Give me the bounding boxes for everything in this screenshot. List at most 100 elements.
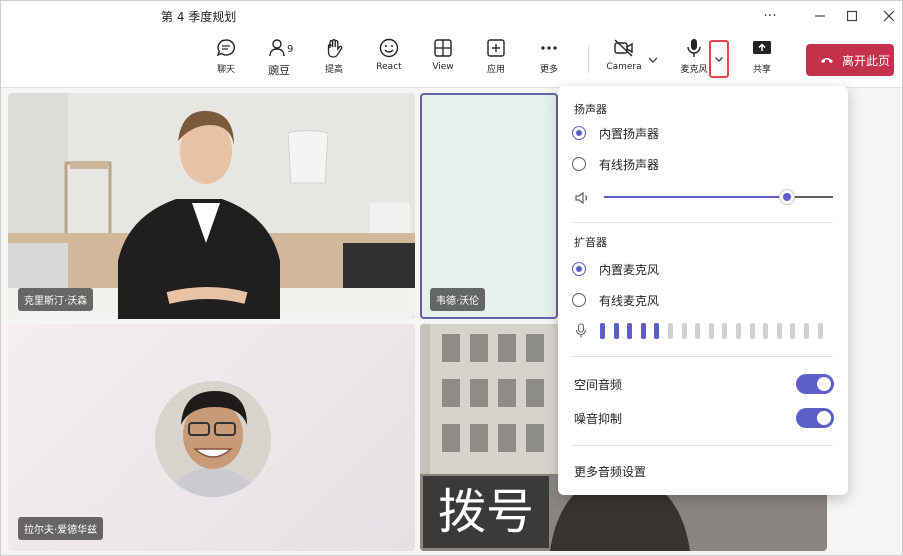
mic-level-bar — [749, 323, 755, 339]
toolbar-divider — [588, 45, 589, 73]
speaker-option-wired[interactable]: 有线扬声器 — [572, 154, 659, 174]
volume-slider-fill — [604, 196, 788, 198]
raise-hand-label: 提高 — [324, 65, 343, 75]
video-tile-3[interactable]: 拉尔夫·爱德华兹 — [8, 324, 415, 551]
noise-suppression-label: 噪音抑制 — [574, 411, 623, 426]
mic-option-label: 内置麦克风 — [599, 262, 660, 277]
close-button[interactable] — [874, 5, 902, 27]
mic-level-bar — [776, 323, 782, 339]
people-count: 9 — [287, 44, 294, 55]
mic-option-wired[interactable]: 有线麦克风 — [572, 290, 659, 310]
video-tile-1[interactable]: 克里斯汀·沃森 — [8, 93, 415, 319]
people-button[interactable]: 豌豆 9 — [257, 37, 301, 83]
mic-level-bar — [708, 323, 714, 339]
chat-label: 聊天 — [216, 65, 235, 75]
speaker-option-label: 有线扬声器 — [599, 157, 660, 172]
spatial-audio-toggle[interactable] — [796, 374, 834, 394]
mic-level-bar — [681, 323, 687, 339]
react-label: React — [376, 62, 402, 72]
participant-name-chip: 韦德·沃伦 — [430, 288, 486, 311]
leave-label: 离开此页 — [842, 53, 891, 68]
microphone-icon — [687, 39, 701, 57]
participant-avatar — [155, 381, 271, 497]
speaker-option-builtin[interactable]: 内置扬声器 — [572, 123, 659, 143]
audio-options-chevron-button[interactable] — [709, 40, 729, 78]
hang-up-icon — [821, 58, 833, 63]
speaker-volume-icon — [574, 190, 590, 210]
mic-level-bar — [654, 323, 660, 339]
divider — [572, 445, 833, 446]
speaker-option-label: 内置扬声器 — [599, 126, 660, 141]
spatial-audio-row: 空间音频 — [574, 374, 834, 394]
title-bar: 第 4 季度规划 ··· — [1, 1, 902, 31]
grid-view-icon — [434, 39, 452, 57]
radio-selected[interactable] — [572, 126, 586, 140]
divider — [572, 356, 833, 357]
camera-off-icon — [614, 39, 633, 57]
video-tile-2[interactable]: 韦德·沃伦 — [420, 93, 558, 319]
mic-level-bar — [763, 323, 769, 339]
minimize-button[interactable] — [805, 5, 835, 27]
dial-overlay-text: 拨号 — [423, 476, 549, 548]
meeting-window: 第 4 季度规划 ··· 聊天 豌豆 9 提高 React View 应用 更多… — [0, 0, 903, 556]
mic-level-icon — [575, 323, 587, 343]
divider — [572, 222, 833, 223]
participant-video-1 — [8, 93, 415, 319]
mic-option-builtin[interactable]: 内置麦克风 — [572, 259, 659, 279]
camera-button[interactable]: Camera — [602, 37, 646, 83]
mic-level-bar — [790, 323, 796, 339]
view-button[interactable]: View — [421, 37, 465, 83]
mic-option-label: 有线麦克风 — [599, 293, 660, 308]
view-label: View — [432, 62, 454, 72]
smiley-icon — [379, 38, 399, 58]
radio-unselected[interactable] — [572, 157, 586, 171]
noise-suppression-toggle[interactable] — [796, 408, 834, 428]
volume-slider[interactable] — [604, 190, 833, 204]
hand-icon — [327, 39, 343, 58]
more-label: 更多 — [539, 65, 558, 75]
react-button[interactable]: React — [367, 37, 411, 83]
mic-label: 麦克风 — [680, 65, 708, 75]
participant-name-chip: 拉尔夫·爱德华兹 — [18, 517, 104, 540]
mic-level-bar — [695, 323, 701, 339]
maximize-button[interactable] — [837, 5, 867, 27]
spatial-audio-label: 空间音频 — [574, 377, 623, 392]
mic-level-meter — [600, 323, 835, 339]
audio-settings-panel: 扬声器 内置扬声器 有线扬声器 扩音器 内置麦克风 有线麦克风 空间音频 噪音抑… — [558, 86, 848, 495]
radio-selected[interactable] — [572, 262, 586, 276]
share-label: 共享 — [752, 65, 771, 75]
more-audio-settings-link[interactable]: 更多音频设置 — [574, 463, 646, 480]
camera-label: Camera — [606, 62, 642, 72]
more-options-icon[interactable]: ··· — [755, 5, 785, 27]
add-app-icon — [487, 39, 505, 57]
mic-level-bar — [804, 323, 809, 339]
leave-button[interactable]: 离开此页 — [806, 44, 894, 76]
window-title: 第 4 季度规划 — [161, 10, 237, 24]
chat-button[interactable]: 聊天 — [204, 37, 248, 83]
more-button[interactable]: 更多 — [527, 37, 571, 83]
noise-suppression-row: 噪音抑制 — [574, 408, 834, 428]
apps-button[interactable]: 应用 — [474, 37, 518, 83]
mic-level-bar — [600, 323, 605, 339]
mic-level-bar — [668, 323, 673, 339]
mic-level-bar — [736, 323, 741, 339]
share-icon — [753, 41, 771, 54]
raise-hand-button[interactable]: 提高 — [312, 37, 356, 83]
mic-section-title: 扩音器 — [574, 236, 607, 249]
mic-level-bar — [722, 323, 728, 339]
mic-level-bar — [627, 323, 633, 339]
radio-unselected[interactable] — [572, 293, 586, 307]
mic-level-bar — [640, 323, 646, 339]
camera-options-chevron-icon[interactable] — [647, 51, 659, 70]
chat-icon — [216, 39, 235, 57]
volume-slider-thumb[interactable] — [780, 190, 795, 204]
mic-level-bar — [817, 323, 823, 339]
participant-name-chip: 克里斯汀·沃森 — [18, 288, 94, 311]
speaker-section-title: 扬声器 — [574, 103, 607, 116]
share-button[interactable]: 共享 — [740, 37, 784, 83]
people-label: 豌豆 — [268, 64, 290, 77]
mic-level-bar — [613, 323, 619, 339]
more-dots-icon — [541, 46, 557, 50]
meeting-toolbar: 聊天 豌豆 9 提高 React View 应用 更多 Camera 麦克风 共… — [1, 31, 902, 88]
chevron-down-icon — [715, 57, 723, 62]
